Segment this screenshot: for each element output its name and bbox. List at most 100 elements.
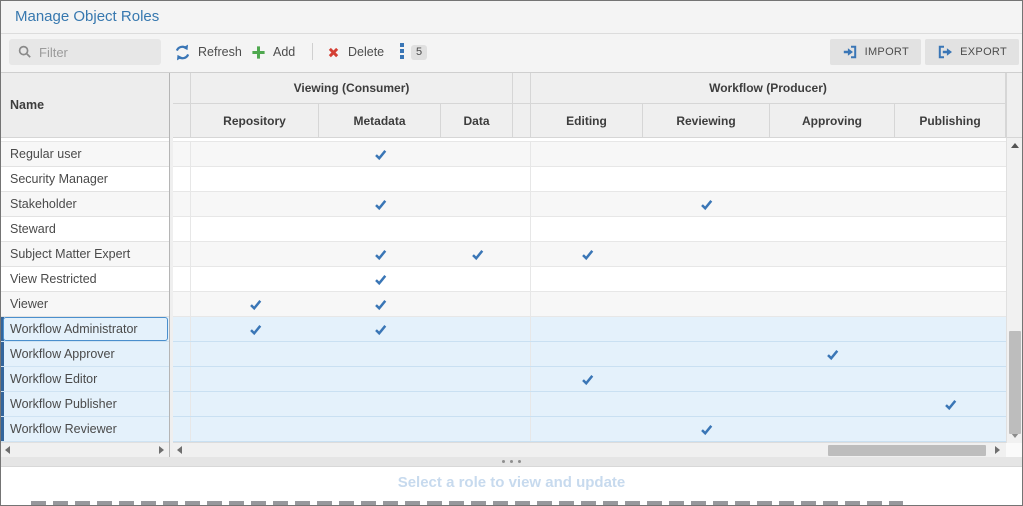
role-name-cell[interactable]: Viewer <box>1 292 169 317</box>
role-row[interactable] <box>173 217 1006 242</box>
permission-cell[interactable] <box>191 217 319 241</box>
permission-cell[interactable] <box>531 342 643 366</box>
column-header-cell[interactable]: Publishing <box>895 104 1006 138</box>
permission-cell[interactable] <box>319 217 441 241</box>
permission-cell[interactable] <box>191 242 319 266</box>
permission-cell[interactable] <box>643 342 770 366</box>
permission-cell[interactable] <box>319 242 441 266</box>
permission-cell[interactable] <box>895 267 1006 291</box>
permission-cell[interactable] <box>191 167 319 191</box>
permission-cell[interactable] <box>319 267 441 291</box>
permission-cell[interactable] <box>531 242 643 266</box>
permission-cell[interactable] <box>191 342 319 366</box>
role-row[interactable] <box>173 342 1006 367</box>
permission-cell[interactable] <box>531 167 643 191</box>
scroll-right-arrow[interactable] <box>159 446 164 454</box>
permission-cell[interactable] <box>441 167 513 191</box>
vscrollbar-thumb[interactable] <box>1009 331 1021 434</box>
permission-cell[interactable] <box>895 167 1006 191</box>
permission-cell[interactable] <box>770 167 895 191</box>
permission-cell[interactable] <box>643 242 770 266</box>
permission-cell[interactable] <box>441 317 513 341</box>
refresh-button[interactable]: Refresh <box>174 39 242 65</box>
role-name-cell[interactable]: Workflow Editor <box>1 367 169 392</box>
permission-cell[interactable] <box>643 167 770 191</box>
permission-cell[interactable] <box>643 267 770 291</box>
role-row[interactable] <box>173 417 1006 442</box>
role-name-cell[interactable]: View Restricted <box>1 267 169 292</box>
role-name-cell[interactable]: Security Manager <box>1 167 169 192</box>
role-row[interactable] <box>173 392 1006 417</box>
permission-cell[interactable] <box>770 292 895 316</box>
permission-cell[interactable] <box>441 217 513 241</box>
permission-cell[interactable] <box>319 167 441 191</box>
export-button[interactable]: EXPORT <box>925 39 1019 65</box>
permission-cell[interactable] <box>643 192 770 216</box>
permission-cell[interactable] <box>441 342 513 366</box>
permission-cell[interactable] <box>895 142 1006 166</box>
permission-cell[interactable] <box>441 367 513 391</box>
permission-cell[interactable] <box>191 192 319 216</box>
permission-cell[interactable] <box>441 292 513 316</box>
permission-cell[interactable] <box>770 267 895 291</box>
name-hscrollbar[interactable] <box>1 442 169 457</box>
role-name-cell[interactable]: Regular user <box>1 142 169 167</box>
permission-cell[interactable] <box>643 392 770 416</box>
permission-cell[interactable] <box>770 142 895 166</box>
permission-cell[interactable] <box>531 192 643 216</box>
role-row[interactable] <box>173 292 1006 317</box>
permission-cell[interactable] <box>770 367 895 391</box>
permission-cell[interactable] <box>531 292 643 316</box>
permission-cell[interactable] <box>531 367 643 391</box>
import-button[interactable]: IMPORT <box>830 39 921 65</box>
permission-cell[interactable] <box>531 267 643 291</box>
role-name-cell[interactable]: Workflow Approver <box>1 342 169 367</box>
scroll-left-arrow[interactable] <box>5 446 10 454</box>
column-header-cell[interactable]: Metadata <box>319 104 441 138</box>
role-name-cell[interactable]: Workflow Administrator <box>1 317 169 342</box>
role-row[interactable] <box>173 317 1006 342</box>
permission-cell[interactable] <box>895 342 1006 366</box>
permission-cell[interactable] <box>531 317 643 341</box>
column-header-cell[interactable]: Reviewing <box>643 104 770 138</box>
role-row[interactable] <box>173 267 1006 292</box>
permission-cell[interactable] <box>895 217 1006 241</box>
permission-cell[interactable] <box>319 392 441 416</box>
role-row[interactable] <box>173 142 1006 167</box>
column-header-cell[interactable]: Editing <box>531 104 643 138</box>
permission-cell[interactable] <box>319 292 441 316</box>
permission-cell[interactable] <box>770 242 895 266</box>
role-name-cell[interactable]: Workflow Publisher <box>1 392 169 417</box>
permission-cell[interactable] <box>319 417 441 441</box>
permission-cell[interactable] <box>531 142 643 166</box>
column-header-cell[interactable]: Repository <box>191 104 319 138</box>
role-name-cell[interactable]: Steward <box>1 217 169 242</box>
pane-splitter-handle[interactable] <box>1 457 1022 467</box>
main-hscrollbar[interactable] <box>173 442 1006 457</box>
column-header-cell[interactable]: Approving <box>770 104 895 138</box>
permission-cell[interactable] <box>770 342 895 366</box>
permission-cell[interactable] <box>191 267 319 291</box>
permission-cell[interactable] <box>770 217 895 241</box>
permission-cell[interactable] <box>895 292 1006 316</box>
permission-cell[interactable] <box>770 417 895 441</box>
permission-cell[interactable] <box>319 367 441 391</box>
permission-cell[interactable] <box>191 292 319 316</box>
permission-cell[interactable] <box>895 317 1006 341</box>
permission-cell[interactable] <box>441 242 513 266</box>
permission-cell[interactable] <box>770 392 895 416</box>
permission-cell[interactable] <box>441 417 513 441</box>
permission-cell[interactable] <box>770 317 895 341</box>
name-column-header[interactable]: Name <box>1 73 169 138</box>
permission-cell[interactable] <box>895 242 1006 266</box>
role-name-cell[interactable]: Stakeholder <box>1 192 169 217</box>
permission-cell[interactable] <box>643 317 770 341</box>
permission-cell[interactable] <box>441 392 513 416</box>
permission-cell[interactable] <box>191 142 319 166</box>
permission-cell[interactable] <box>643 367 770 391</box>
permission-cell[interactable] <box>895 367 1006 391</box>
permission-cell[interactable] <box>319 142 441 166</box>
permission-cell[interactable] <box>191 417 319 441</box>
add-button[interactable]: Add <box>251 39 295 65</box>
column-header-cell[interactable]: Data <box>441 104 513 138</box>
